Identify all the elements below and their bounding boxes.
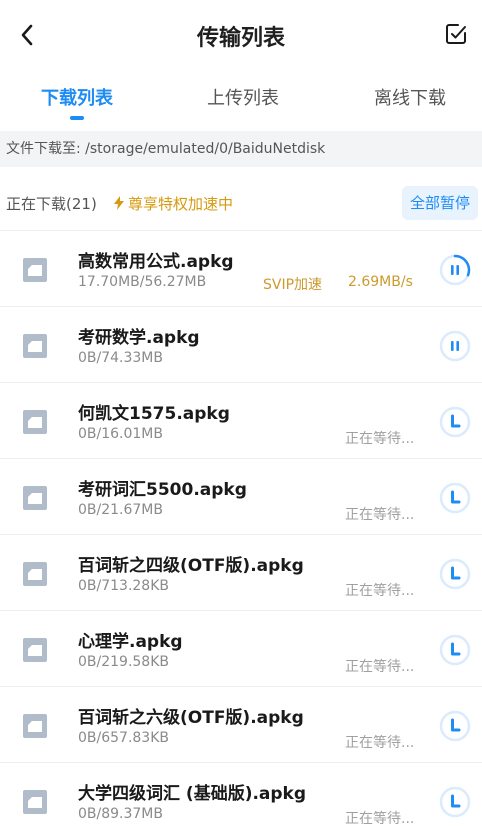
download-item[interactable]: 何凯文1575.apkg 0B/16.01MB 正在等待...: [0, 382, 482, 458]
file-name: 考研词汇5500.apkg: [78, 480, 247, 500]
vip-acceleration-tag: 尊享特权加速中: [114, 193, 233, 214]
file-name: 百词斩之四级(OTF版).apkg: [78, 556, 304, 576]
download-list: 高数常用公式.apkg 17.70MB/56.27MB SVIP加速 2.69MB/s…: [0, 230, 482, 829]
file-size-progress: 0B/16.01MB: [78, 426, 163, 442]
clock-waiting-button[interactable]: [438, 633, 472, 667]
file-name: 大学四级词汇 (基础版).apkg: [78, 784, 307, 804]
download-speed: 2.69MB/s: [348, 274, 413, 290]
file-size-progress: 17.70MB/56.27MB: [78, 274, 207, 290]
tab-bar: 下载列表 上传列表 离线下载: [0, 80, 482, 124]
waiting-status: 正在等待...: [345, 811, 415, 827]
file-icon: [23, 714, 47, 738]
header: 传输列表: [0, 0, 482, 70]
tab-download-list[interactable]: 下载列表: [7, 84, 147, 110]
waiting-status: 正在等待...: [345, 735, 415, 751]
file-size-progress: 0B/89.37MB: [78, 806, 163, 822]
page-title: 传输列表: [196, 26, 285, 51]
download-status-row: 正在下载(21) 尊享特权加速中 全部暂停: [0, 184, 482, 224]
file-name: 百词斩之六级(OTF版).apkg: [78, 708, 304, 728]
pause-download-button[interactable]: [438, 329, 472, 363]
clock-waiting-button[interactable]: [438, 481, 472, 515]
file-size-progress: 0B/219.58KB: [78, 654, 169, 670]
waiting-status: 正在等待...: [345, 659, 415, 675]
file-size-progress: 0B/74.33MB: [78, 350, 163, 366]
file-icon: [23, 638, 47, 662]
download-item[interactable]: 大学四级词汇 (基础版).apkg 0B/89.37MB 正在等待...: [0, 762, 482, 829]
svip-acceleration-label: SVIP加速: [263, 277, 323, 293]
file-icon: [23, 334, 47, 358]
waiting-status: 正在等待...: [345, 507, 415, 523]
pause-all-button[interactable]: 全部暂停: [402, 186, 478, 220]
file-icon: [23, 562, 47, 586]
file-name: 何凯文1575.apkg: [78, 404, 230, 424]
pause-download-button[interactable]: [438, 253, 472, 287]
waiting-status: 正在等待...: [345, 431, 415, 447]
downloading-count-label: 正在下载(21): [6, 195, 97, 213]
file-name: 考研数学.apkg: [78, 328, 200, 348]
clock-waiting-button[interactable]: [438, 785, 472, 819]
file-size-progress: 0B/21.67MB: [78, 502, 163, 518]
file-name: 高数常用公式.apkg: [78, 252, 234, 272]
clock-waiting-button[interactable]: [438, 557, 472, 591]
clock-waiting-button[interactable]: [438, 405, 472, 439]
download-item[interactable]: 心理学.apkg 0B/219.58KB 正在等待...: [0, 610, 482, 686]
download-item[interactable]: 考研词汇5500.apkg 0B/21.67MB 正在等待...: [0, 458, 482, 534]
tab-offline-download[interactable]: 离线下载: [340, 84, 480, 110]
file-icon: [23, 790, 47, 814]
file-name: 心理学.apkg: [78, 632, 183, 652]
vip-acceleration-text: 尊享特权加速中: [128, 195, 234, 213]
download-item[interactable]: 高数常用公式.apkg 17.70MB/56.27MB SVIP加速 2.69MB/s: [0, 230, 482, 306]
file-icon: [23, 486, 47, 510]
tab-upload-list[interactable]: 上传列表: [173, 84, 313, 110]
file-icon: [23, 258, 47, 282]
file-size-progress: 0B/713.28KB: [78, 578, 169, 594]
waiting-status: 正在等待...: [345, 583, 415, 599]
download-item[interactable]: 百词斩之六级(OTF版).apkg 0B/657.83KB 正在等待...: [0, 686, 482, 762]
multi-select-button[interactable]: [442, 20, 470, 48]
file-size-progress: 0B/657.83KB: [78, 730, 169, 746]
download-item[interactable]: 考研数学.apkg 0B/74.33MB: [0, 306, 482, 382]
checkbox-edit-icon: [446, 24, 466, 44]
download-path-bar: 文件下载至: /storage/emulated/0/BaiduNetdisk: [0, 131, 482, 167]
clock-waiting-button[interactable]: [438, 709, 472, 743]
active-tab-indicator: [70, 116, 84, 120]
lightning-icon: [114, 196, 124, 210]
file-icon: [23, 410, 47, 434]
download-item[interactable]: 百词斩之四级(OTF版).apkg 0B/713.28KB 正在等待...: [0, 534, 482, 610]
